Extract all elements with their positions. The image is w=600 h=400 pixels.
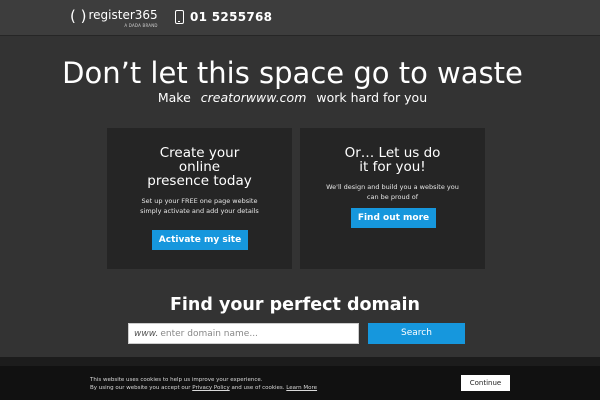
design-service-title-line2: it for you! [359,159,426,175]
create-presence-panel: Create your online presence today Set up… [107,128,292,269]
cookie-message-prefix: By using our website you accept our [90,385,191,391]
logo-name: register365 [88,8,158,22]
cookie-message-line1: This website uses cookies to help us imp… [90,377,263,383]
footer-strip [0,357,600,366]
cookie-banner: This website uses cookies to help us imp… [0,366,600,400]
create-presence-description: Set up your FREE one page website simply… [140,197,259,215]
page-subheadline: Make creatorwww.com work hard for you [0,90,585,106]
logo[interactable]: ( ) register365 A DADA BRAND [70,8,158,30]
domain-search-field[interactable]: www. [128,323,359,344]
domain-prefix: www. [134,328,159,339]
subheadline-suffix: work hard for you [316,90,428,105]
page-headline: Don’t let this space go to waste [62,56,523,90]
domain-search-input[interactable] [160,324,351,343]
design-service-title-line1: Or… Let us do [344,145,441,161]
subheadline-prefix: Make [157,90,191,105]
continue-button[interactable]: Continue [461,375,510,391]
cookie-message-middle: and use of cookies. [231,385,285,391]
design-service-title: Or… Let us do it for you! [300,146,485,174]
phone-number: 01 5255768 [190,10,273,24]
phone-icon [175,10,184,24]
cookie-message: This website uses cookies to help us imp… [90,376,317,392]
phone-contact[interactable]: 01 5255768 [175,9,272,25]
top-bar: ( ) register365 A DADA BRAND 01 5255768 [0,0,600,36]
create-presence-title-line1: Create your [159,145,240,161]
logo-text: register365 A DADA BRAND [88,8,157,28]
create-presence-title-line2: online [178,159,221,175]
create-presence-title: Create your online presence today [107,146,292,188]
parked-domain-name: creatorwww.com [200,90,307,105]
logo-mark: ( ) [70,7,87,25]
create-presence-title-line3: presence today [147,173,252,189]
privacy-policy-link[interactable]: Privacy Policy [192,385,229,391]
cookie-message-line2: By using our website you accept our Priv… [90,384,317,392]
search-button[interactable]: Search [368,323,465,344]
design-service-panel: Or… Let us do it for you! We'll design a… [300,128,485,269]
learn-more-link[interactable]: Learn More [286,385,317,391]
logo-tagline: A DADA BRAND [124,23,158,28]
find-out-more-button[interactable]: Find out more [351,208,436,228]
activate-site-button[interactable]: Activate my site [152,230,248,250]
domain-search-title: Find your perfect domain [169,295,421,315]
domain-search-form: www. Search [128,323,465,345]
design-service-description: We'll design and build you a website you… [326,183,459,201]
